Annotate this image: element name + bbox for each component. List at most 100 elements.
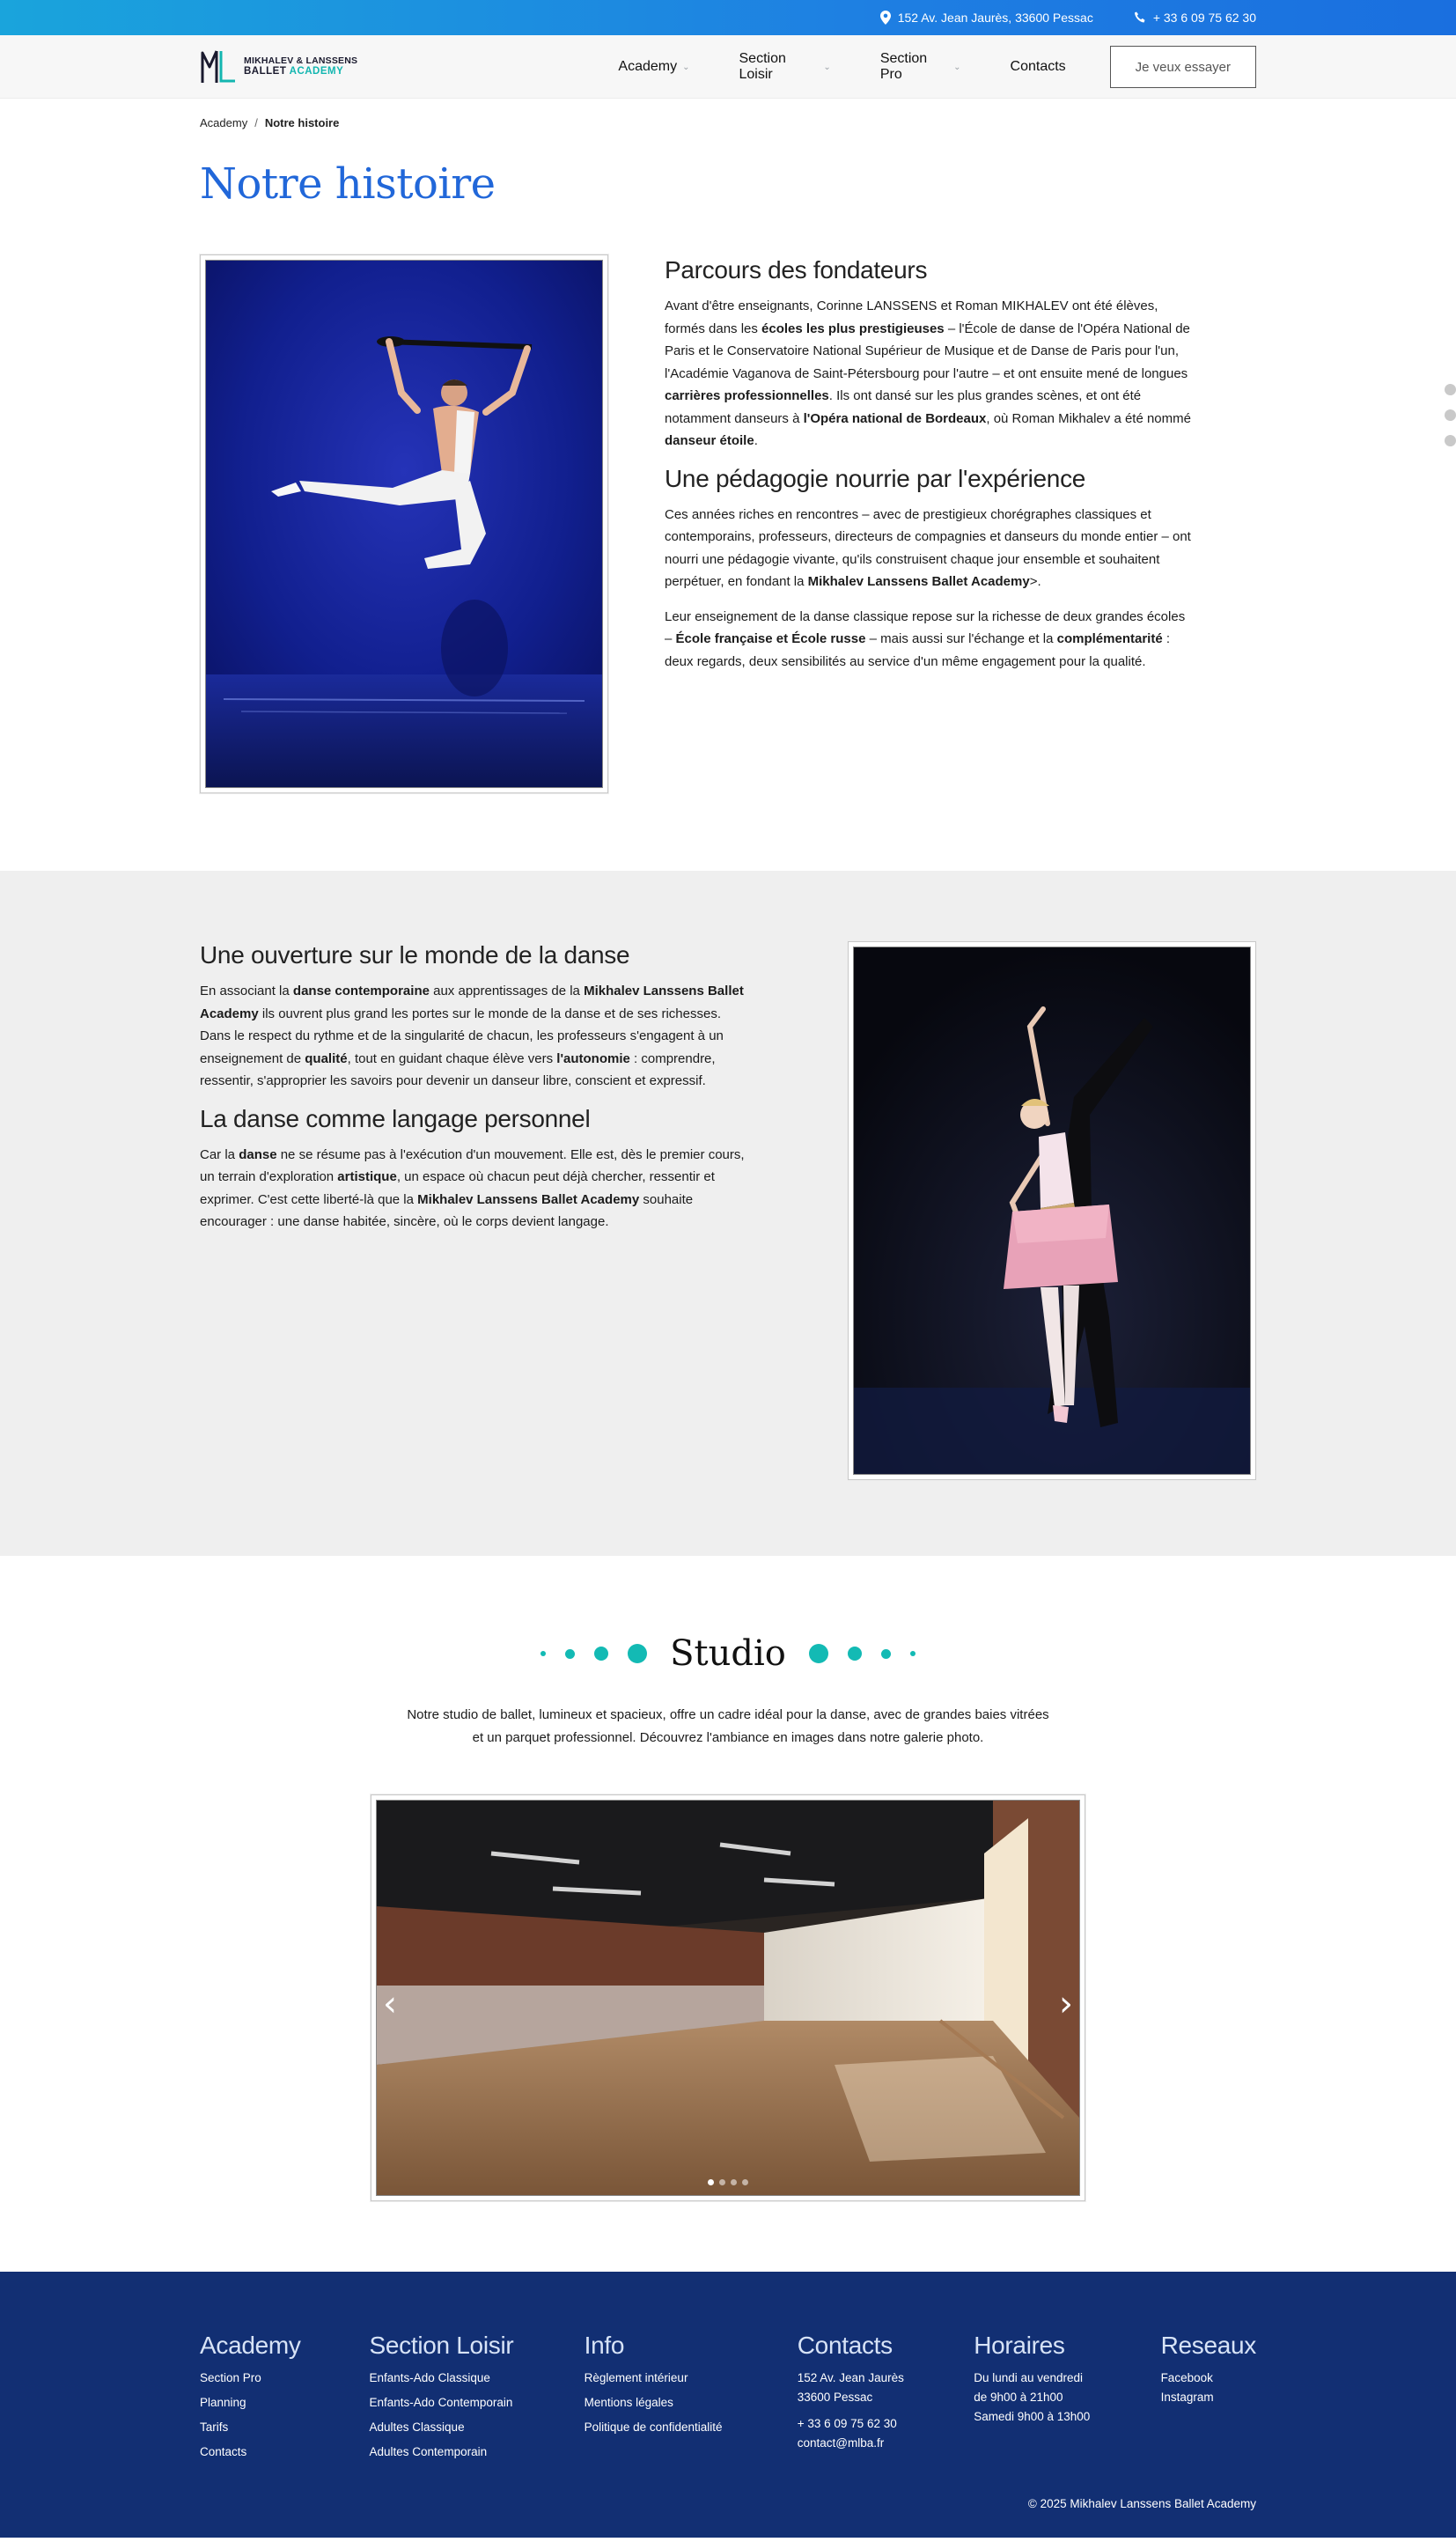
footer-heading: Academy	[200, 2332, 301, 2359]
pedagogy-paragraph-1: Ces années riches en rencontres – avec d…	[665, 506, 1191, 590]
openness-section: Une ouverture sur le monde de la danse E…	[0, 871, 1456, 1556]
duo-dancers-photo	[853, 947, 1251, 1475]
footer-link[interactable]: Règlement intérieur	[585, 2369, 798, 2388]
pedagogy-heading: Une pédagogie nourrie par l'expérience	[665, 464, 1086, 492]
emphasis-text: Mikhalev Lanssens Ballet Academy	[417, 1191, 640, 1207]
site-logo[interactable]: MIKHALEV & LANSSENS BALLET ACADEMY	[200, 48, 593, 86]
footer-email-link[interactable]: contact@mlba.fr	[798, 2434, 974, 2453]
openness-text: Une ouverture sur le monde de la danse E…	[200, 941, 746, 1480]
footer-link[interactable]: Section Pro	[200, 2369, 370, 2388]
footer-phone-link[interactable]: + 33 6 09 75 62 30	[798, 2414, 974, 2434]
footer-hours-line: Du lundi au vendredi	[974, 2371, 1084, 2384]
decor-dot	[565, 1648, 576, 1659]
emphasis-text: Mikhalev Lanssens Ballet Academy	[807, 574, 1030, 589]
gallery-pagination	[708, 2179, 748, 2185]
footer-link[interactable]: Politique de confidentialité	[585, 2418, 798, 2437]
jump-dancer-photo-frame	[200, 254, 608, 793]
openness-paragraph: En associant la danse contemporaine aux …	[200, 984, 744, 1088]
duo-dancers-photo-frame	[848, 941, 1256, 1480]
chevron-down-icon: ⌄	[823, 62, 831, 72]
chevron-left-icon[interactable]: ‹	[383, 1984, 397, 2024]
emphasis-text: Mikhalev Lanssens Ballet Academy	[200, 984, 744, 1021]
breadcrumb-current: Notre histoire	[264, 116, 340, 129]
top-contact-bar: 152 Av. Jean Jaurès, 33600 Pessac + 33 6…	[0, 0, 1456, 35]
decor-dot	[628, 1644, 648, 1663]
gallery-dot[interactable]	[731, 2179, 737, 2185]
nav-label: Section Pro	[879, 51, 928, 82]
topbar-phone[interactable]: + 33 6 09 75 62 30	[1134, 11, 1256, 25]
gallery-dot[interactable]	[708, 2179, 714, 2185]
footer-instagram-link[interactable]: Instagram	[1161, 2388, 1256, 2407]
chevron-down-icon: ⌄	[682, 62, 690, 72]
footer-link[interactable]: Tarifs	[200, 2418, 370, 2437]
decor-dots-left	[540, 1644, 648, 1663]
site-header: MIKHALEV & LANSSENS BALLET ACADEMY Acade…	[0, 35, 1456, 99]
footer-link[interactable]: Enfants-Ado Contemporain	[370, 2393, 585, 2413]
footer-col-section-loisir: Section Loisir Enfants-Ado Classique Enf…	[370, 2332, 585, 2467]
footer-link[interactable]: Adultes Contemporain	[370, 2443, 585, 2462]
studio-section: Studio Notre studio de ballet, lumineux …	[0, 1556, 1456, 2272]
footer-hours-line: de 9h00 à 21h00	[974, 2391, 1063, 2404]
copyright: © 2025 Mikhalev Lanssens Ballet Academy	[1027, 2497, 1256, 2510]
logo-mark-icon	[201, 50, 235, 83]
page-title: Notre histoire	[200, 159, 496, 209]
jump-dancer-photo	[205, 260, 603, 788]
footer-link[interactable]: Mentions légales	[585, 2393, 798, 2413]
topbar-address-text: 152 Av. Jean Jaurès, 33600 Pessac	[897, 11, 1093, 25]
emphasis-text: danse	[239, 1146, 277, 1162]
footer-heading: Reseaux	[1160, 2332, 1257, 2359]
emphasis-text: l'Opéra national de Bordeaux	[803, 410, 987, 426]
footer-col-academy: Academy Section Pro Planning Tarifs Cont…	[200, 2332, 370, 2467]
decor-dot	[847, 1647, 862, 1661]
chevron-down-icon: ⌄	[953, 62, 961, 72]
emphasis-text: danseur étoile	[665, 433, 754, 448]
decor-dot	[909, 1651, 916, 1656]
nav-item-section-pro[interactable]: Section Pro ⌄	[856, 51, 986, 83]
topbar-phone-text: + 33 6 09 75 62 30	[1152, 11, 1256, 25]
founders-paragraph: Avant d'être enseignants, Corinne LANSSE…	[665, 298, 1191, 448]
footer-link[interactable]: Adultes Classique	[370, 2418, 585, 2437]
emphasis-text: artistique	[337, 1169, 397, 1184]
nav-item-section-loisir[interactable]: Section Loisir ⌄	[715, 51, 856, 83]
studio-gallery-frame	[371, 1794, 1085, 2201]
footer-link[interactable]: Planning	[200, 2393, 370, 2413]
section-dot[interactable]	[1445, 435, 1456, 446]
phone-icon	[1134, 11, 1146, 24]
chevron-right-icon[interactable]: ›	[1059, 1984, 1073, 2024]
breadcrumb-home[interactable]: Academy	[200, 116, 247, 129]
logo-text-line2: BALLET ACADEMY	[244, 66, 357, 77]
openness-heading: Une ouverture sur le monde de la danse	[200, 941, 630, 969]
footer-link[interactable]: Enfants-Ado Classique	[370, 2369, 585, 2388]
footer-address-line1: 152 Av. Jean Jaurès	[797, 2371, 904, 2384]
nav-label: Contacts	[1010, 59, 1066, 74]
logo-word-academy: ACADEMY	[289, 66, 344, 77]
section-dot[interactable]	[1445, 384, 1456, 395]
decor-dot	[808, 1644, 828, 1663]
topbar-address[interactable]: 152 Av. Jean Jaurès, 33600 Pessac	[879, 11, 1093, 25]
nav-item-academy[interactable]: Academy ⌄	[593, 59, 714, 75]
emphasis-text: l'autonomie	[556, 1050, 630, 1066]
footer-address-line2: 33600 Pessac	[797, 2391, 873, 2404]
gallery-dot[interactable]	[719, 2179, 725, 2185]
footer-facebook-link[interactable]: Facebook	[1161, 2369, 1256, 2388]
founders-text: Parcours des fondateurs Avant d'être ens…	[665, 254, 1193, 793]
footer-heading: Contacts	[797, 2332, 893, 2359]
footer-link[interactable]: Contacts	[200, 2443, 370, 2462]
nav-item-contacts[interactable]: Contacts	[986, 59, 1091, 75]
gallery-dot[interactable]	[742, 2179, 748, 2185]
try-button[interactable]: Je veux essayer	[1109, 46, 1257, 88]
breadcrumb: Academy / Notre histoire	[200, 99, 1256, 129]
pedagogy-paragraph-2: Leur enseignement de la danse classique …	[665, 608, 1186, 669]
main-nav: Academy ⌄ Section Loisir ⌄ Section Pro ⌄…	[593, 46, 1257, 88]
section-dot[interactable]	[1445, 409, 1456, 421]
footer-col-horaires: Horaires Du lundi au vendredi de 9h00 à …	[974, 2332, 1160, 2467]
map-pin-icon	[879, 11, 891, 25]
breadcrumb-separator: /	[254, 116, 258, 129]
footer-col-reseaux: Reseaux Facebook Instagram	[1160, 2332, 1257, 2467]
language-paragraph: Car la danse ne se résume pas à l'exécut…	[200, 1146, 745, 1230]
studio-photo	[376, 1800, 1080, 2196]
logo-text-line1: MIKHALEV & LANSSENS	[244, 55, 358, 66]
emphasis-text: écoles les plus prestigieuses	[761, 321, 945, 336]
site-footer: Academy Section Pro Planning Tarifs Cont…	[0, 2272, 1456, 2538]
footer-columns: Academy Section Pro Planning Tarifs Cont…	[200, 2332, 1256, 2467]
